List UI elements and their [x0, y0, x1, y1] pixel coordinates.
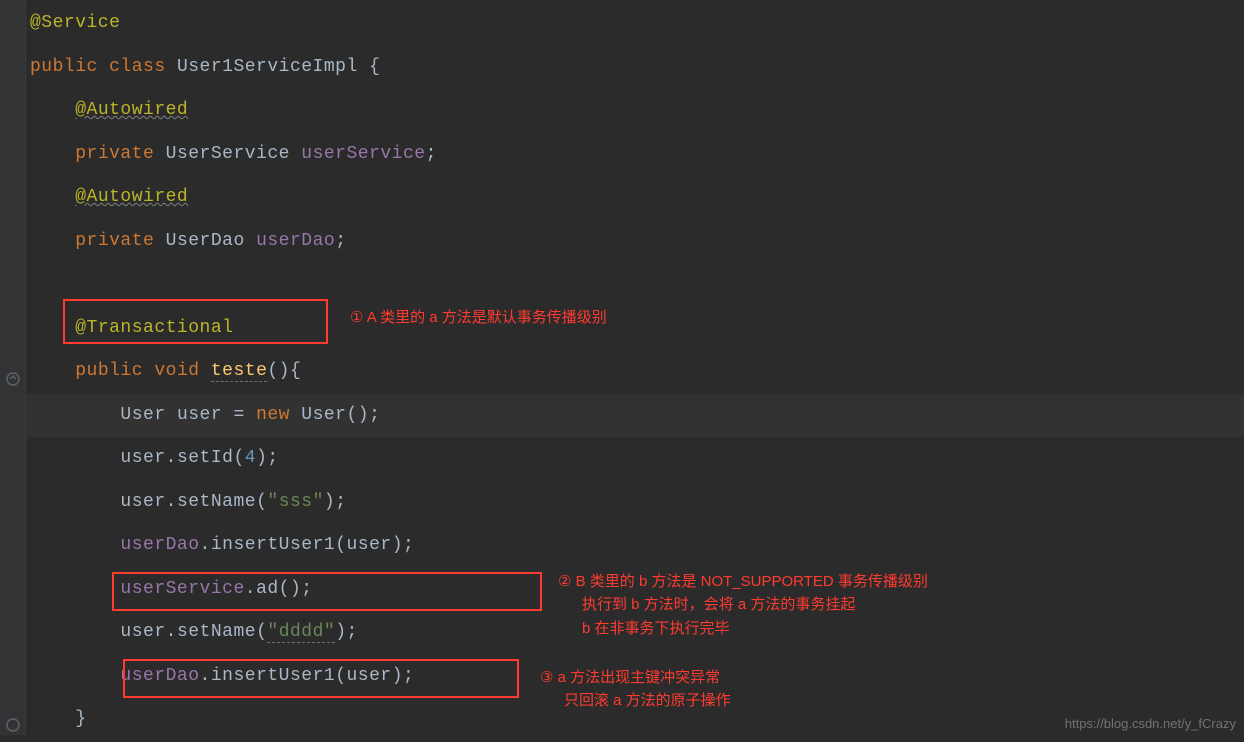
code-line: public class User1ServiceImpl {	[26, 46, 1244, 90]
code-line: private UserService userService;	[26, 133, 1244, 177]
code-line: user.setId(4);	[26, 437, 1244, 481]
transactional-annotation: @Transactional	[75, 318, 233, 338]
code-line: @Autowired	[26, 176, 1244, 220]
code-line: @Autowired	[26, 89, 1244, 133]
watermark-text: https://blog.csdn.net/y_fCrazy	[1065, 716, 1236, 731]
editor-gutter	[0, 0, 26, 735]
code-line: @Service	[26, 2, 1244, 46]
code-line-blank	[26, 263, 1244, 307]
annotation-note-2: ② B 类里的 b 方法是 NOT_SUPPORTED 事务传播级别 执行到 b…	[558, 570, 928, 640]
code-line: public void teste(){	[26, 350, 1244, 394]
code-line: private UserDao userDao;	[26, 220, 1244, 264]
code-line: userDao.insertUser1(user);	[26, 524, 1244, 568]
code-line: @Transactional	[26, 307, 1244, 351]
code-line: user.setName("sss");	[26, 481, 1244, 525]
annotation-note-3: ③ a 方法出现主键冲突异常 只回滚 a 方法的原子操作	[540, 666, 731, 713]
service-annotation: @Service	[30, 13, 120, 33]
annotation-note-1: ① A 类里的 a 方法是默认事务传播级别	[350, 306, 607, 329]
autowired-annotation: @Autowired	[75, 187, 188, 207]
method-override-icon[interactable]	[6, 372, 20, 386]
method-end-icon[interactable]	[6, 718, 20, 732]
code-line-current: User user = new User();	[26, 394, 1244, 438]
autowired-annotation: @Autowired	[75, 100, 188, 120]
